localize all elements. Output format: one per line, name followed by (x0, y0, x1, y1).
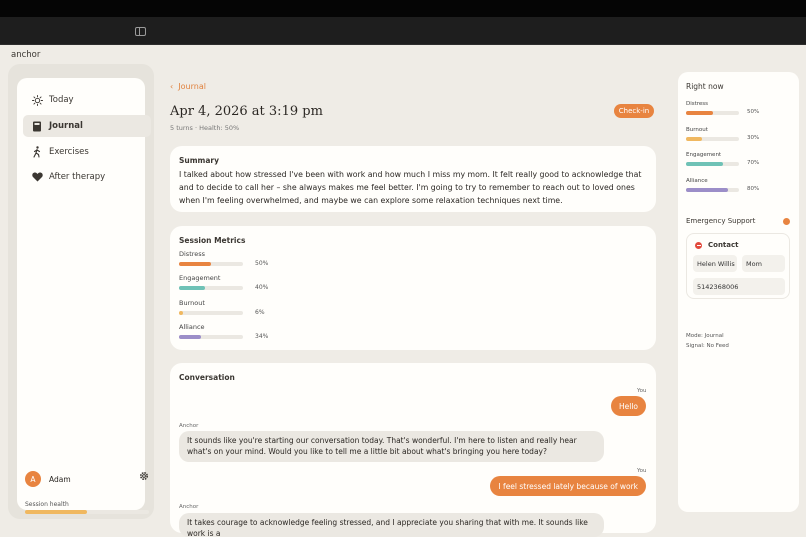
metric-burnout: Burnout 6% (179, 299, 279, 316)
metric-label: Burnout (686, 127, 708, 133)
message-speaker: Anchor (179, 504, 199, 510)
message-speaker: You (637, 468, 647, 474)
metric-fill (179, 286, 205, 290)
contact-relation-field[interactable]: Mom (742, 255, 785, 272)
session-subtitle: 5 turns · Health: 50% (170, 124, 240, 132)
right-metric-burnout: Burnout 30% (686, 127, 796, 141)
add-contact-icon[interactable] (783, 218, 790, 225)
metrics-title: Session Metrics (179, 236, 246, 245)
metric-track (179, 262, 243, 266)
summary-title: Summary (179, 156, 220, 165)
metric-fill (179, 262, 211, 266)
session-health-bar (25, 510, 149, 514)
mode-status: Mode: Journal (686, 333, 724, 339)
metric-track (686, 188, 739, 192)
assistant-message: It sounds like you're starting our conve… (179, 431, 604, 462)
app-name: anchor (11, 50, 41, 60)
right-now-title: Right now (686, 82, 724, 91)
top-bar (0, 0, 806, 17)
metric-label: Alliance (686, 178, 708, 184)
message-speaker: You (637, 388, 647, 394)
contact-name-field[interactable]: Helen Willis (693, 255, 737, 272)
metric-value: 50% (255, 260, 269, 267)
metric-fill (179, 311, 183, 315)
metric-label: Distress (686, 101, 709, 107)
assistant-message: It takes courage to acknowledge feeling … (179, 513, 604, 537)
back-link[interactable]: ‹ Journal (170, 82, 206, 91)
metric-label: Distress (179, 250, 206, 258)
remove-contact-icon[interactable] (695, 241, 702, 249)
window-toolbar (0, 17, 806, 45)
contact-card: Contact Helen Willis Mom 5142368006 (686, 233, 790, 299)
metric-label: Burnout (179, 299, 205, 307)
book-icon (25, 121, 49, 132)
metric-track (179, 311, 243, 315)
metric-value: 80% (747, 186, 760, 192)
metric-value: 34% (255, 333, 269, 340)
metric-distress: Distress 50% (179, 250, 279, 267)
right-panel: Right now Distress 50% Burnout 30% Engag… (678, 72, 799, 512)
sidebar-item-label: Today (49, 95, 74, 105)
metric-value: 50% (747, 109, 760, 115)
gear-icon[interactable] (139, 471, 149, 483)
metric-label: Alliance (179, 323, 205, 331)
metric-fill (686, 162, 724, 166)
summary-card: Summary I talked about how stressed I've… (170, 146, 656, 212)
metric-fill (179, 335, 201, 339)
sidebar-item-label: Exercises (49, 147, 89, 157)
metric-fill (686, 137, 702, 141)
sidebar-card: Today Journal Exercises After therapy A … (17, 78, 151, 514)
sidebar-toggle-icon[interactable] (135, 27, 146, 36)
metric-track (179, 286, 243, 290)
metric-track (179, 335, 243, 339)
checkin-button[interactable]: Check-in (614, 104, 654, 118)
metric-label: Engagement (179, 274, 221, 282)
sidebar-item-label: After therapy (49, 172, 106, 182)
metric-value: 70% (747, 160, 760, 166)
session-health-fill (25, 510, 87, 514)
heart-icon (25, 172, 49, 182)
user-message: I feel stressed lately because of work (490, 476, 646, 496)
metric-value: 6% (255, 309, 265, 316)
sidebar-item-label: Journal (49, 121, 83, 131)
contact-header-label: Contact (708, 241, 739, 249)
contact-phone-field[interactable]: 5142368006 (693, 278, 785, 295)
metric-track (686, 111, 739, 115)
conversation-card: Conversation You Hello Anchor It sounds … (170, 363, 656, 537)
metric-fill (686, 111, 713, 115)
signal-status: Signal: No Feed (686, 343, 729, 349)
metric-alliance: Alliance 34% (179, 323, 279, 340)
metric-track (686, 137, 739, 141)
user-row[interactable]: A Adam (25, 471, 149, 487)
avatar: A (25, 471, 41, 487)
metric-fill (686, 188, 729, 192)
metric-value: 40% (255, 284, 269, 291)
right-metric-distress: Distress 50% (686, 101, 796, 115)
chevron-left-icon: ‹ (170, 82, 174, 91)
back-label: Journal (178, 82, 206, 91)
metric-track (686, 162, 739, 166)
sidebar-item-journal[interactable]: Journal (23, 115, 151, 137)
contact-header: Contact (695, 241, 739, 249)
sidebar-item-today[interactable]: Today (23, 89, 151, 111)
session-health-label: Session health (25, 501, 69, 508)
sidebar: Today Journal Exercises After therapy A … (8, 64, 154, 519)
page-title: Apr 4, 2026 at 3:19 pm (170, 104, 323, 119)
metric-value: 30% (747, 135, 760, 141)
user-name: Adam (49, 474, 71, 484)
right-metric-alliance: Alliance 80% (686, 178, 796, 192)
walking-icon (25, 146, 49, 158)
conversation-title: Conversation (179, 373, 235, 382)
sidebar-item-after-therapy[interactable]: After therapy (23, 166, 151, 188)
sidebar-item-exercises[interactable]: Exercises (23, 141, 151, 163)
sun-icon (25, 94, 49, 106)
user-message: Hello (610, 396, 646, 416)
emergency-support-title: Emergency Support (686, 217, 756, 225)
message-speaker: Anchor (179, 423, 199, 429)
session-metrics-card: Session Metrics Distress 50% Engagement … (170, 226, 656, 350)
metric-label: Engagement (686, 152, 722, 158)
metric-engagement: Engagement 40% (179, 274, 279, 291)
summary-text: I talked about how stressed I've been wi… (179, 170, 642, 205)
right-metric-engagement: Engagement 70% (686, 152, 796, 166)
